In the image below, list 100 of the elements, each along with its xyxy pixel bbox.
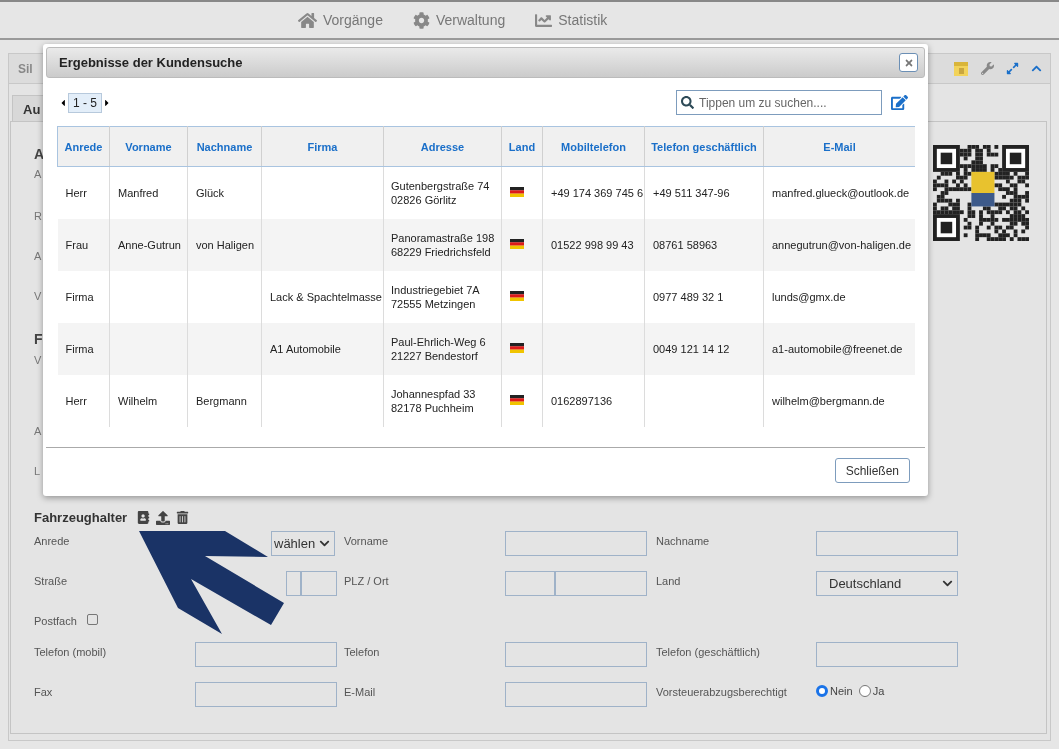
column-header[interactable]: Nachname [187, 126, 262, 167]
flag-icon [510, 394, 524, 405]
expand-icon[interactable] [1006, 62, 1019, 75]
edit-icon [891, 94, 908, 111]
contact-card-icon[interactable] [137, 511, 151, 524]
section-heading: A [34, 146, 45, 162]
table-cell: Frau [65, 238, 89, 251]
address-line: Paul-Ehrlich-Weg 6 [391, 334, 487, 349]
table-cell: Firma [65, 290, 94, 303]
flag-icon [510, 238, 524, 249]
table-cell: manfred.glueck@outlook.de [772, 186, 910, 199]
field-label: Postfach [34, 614, 77, 627]
column-header[interactable]: Adresse [383, 126, 502, 167]
address-line: Gutenbergstraße 74 [391, 178, 491, 193]
address-line: 68229 Friedrichsfeld [391, 244, 492, 259]
collapse-icon[interactable] [1031, 63, 1042, 74]
table-cell: 01522 998 99 43 [551, 238, 634, 251]
edit-button[interactable] [891, 94, 908, 111]
column-header[interactable]: Firma [261, 126, 384, 167]
column-header[interactable]: Vorname [109, 126, 188, 167]
table-cell: 0049 121 14 12 [653, 342, 730, 355]
column-header[interactable]: Telefon geschäftlich [644, 126, 764, 167]
address-line: 02826 Görlitz [391, 192, 458, 207]
field-label: Telefon (mobil) [34, 645, 108, 658]
table-cell: Glück [196, 186, 225, 199]
close-dialog-button[interactable]: Schließen [834, 458, 910, 483]
close-button[interactable] [899, 53, 918, 72]
field-label: Anrede [34, 534, 71, 547]
text-field[interactable] [555, 571, 647, 596]
note-icon[interactable] [953, 60, 969, 77]
table-cell: Wilhelm [118, 394, 158, 407]
table-cell: 0977 489 32 1 [653, 290, 724, 303]
table-cell: +49 511 347-96 [653, 186, 730, 199]
table-cell: Manfred [118, 186, 159, 199]
nav-link[interactable]: Vorgänge [298, 10, 383, 30]
table-cell: Firma [65, 342, 94, 355]
wrench-icon[interactable] [981, 62, 994, 75]
table-cell: Anne-Gutrun [118, 238, 181, 251]
field-label: V [34, 354, 42, 366]
field-label: Telefon [344, 645, 381, 658]
close-icon [903, 57, 914, 68]
address-line: 72555 Metzingen [391, 296, 477, 311]
field-label: A [34, 168, 42, 180]
text-field[interactable] [195, 682, 337, 707]
flag-icon [510, 186, 524, 197]
field-label: Vorsteuerabzugsberechtigt [656, 685, 788, 698]
nav-link[interactable]: Statistik [535, 11, 608, 29]
radio-option[interactable]: Nein [816, 685, 853, 697]
field-label: A [34, 250, 42, 262]
text-field[interactable] [505, 531, 647, 556]
table-cell: a1-automobile@freenet.de [772, 342, 903, 355]
text-field[interactable] [505, 642, 647, 667]
table-cell: 08761 58963 [653, 238, 718, 251]
field-label: V [34, 290, 42, 302]
table-cell: A1 Automobile [270, 342, 341, 355]
select-field[interactable]: Deutschland [816, 571, 958, 596]
table-cell: Lack & Spachtelmasse [270, 290, 382, 303]
radio-option[interactable]: Ja [858, 685, 885, 697]
search-icon [681, 96, 694, 109]
text-field[interactable] [816, 531, 958, 556]
trash-icon[interactable] [176, 511, 190, 524]
settings-icon [412, 11, 430, 29]
text-field[interactable] [301, 571, 337, 596]
text-field[interactable] [816, 642, 958, 667]
field-label: Vorname [344, 534, 390, 547]
address-line: 21227 Bendestorf [391, 348, 479, 363]
address-line: Johannespfad 33 [391, 386, 477, 401]
checkbox[interactable] [86, 613, 98, 625]
address-line: Industriegebiet 7A [391, 282, 481, 297]
dialog-title: Ergebnisse der Kundensuche [59, 55, 243, 70]
flag-icon [510, 290, 524, 301]
table-cell: lunds@gmx.de [772, 290, 846, 303]
text-field[interactable] [286, 571, 301, 596]
table-cell: wilhelm@bergmann.de [772, 394, 885, 407]
field-label: A [34, 425, 42, 437]
table-cell: Herr [65, 186, 87, 199]
field-label: Nachname [656, 534, 711, 547]
flag-icon [510, 342, 524, 353]
text-field[interactable] [195, 642, 337, 667]
table-cell: Herr [65, 394, 87, 407]
nav-link[interactable]: Verwaltung [412, 11, 506, 29]
field-label: Telefon (geschäftlich) [656, 645, 761, 658]
table-cell: 0162897136 [551, 394, 613, 407]
column-header[interactable]: Land [501, 126, 543, 167]
select-field[interactable]: wählen [271, 531, 335, 556]
address-line: Panoramastraße 198 [391, 230, 496, 245]
text-field[interactable] [505, 682, 647, 707]
column-header[interactable]: Mobiltelefon [542, 126, 645, 167]
upload-icon[interactable] [156, 510, 171, 525]
table-cell: annegutrun@von-haligen.de [772, 238, 911, 251]
column-header[interactable]: E-Mail [763, 126, 915, 167]
table-cell: Bergmann [196, 394, 247, 407]
field-label: Land [656, 574, 682, 587]
search-field[interactable]: Tippen um zu suchen.... [676, 90, 882, 115]
text-field[interactable] [505, 571, 555, 596]
column-header[interactable]: Anrede [57, 126, 110, 167]
chart-icon [535, 11, 553, 29]
field-label: L [34, 465, 41, 477]
section-heading: F [34, 331, 43, 347]
field-label: R [34, 210, 42, 222]
